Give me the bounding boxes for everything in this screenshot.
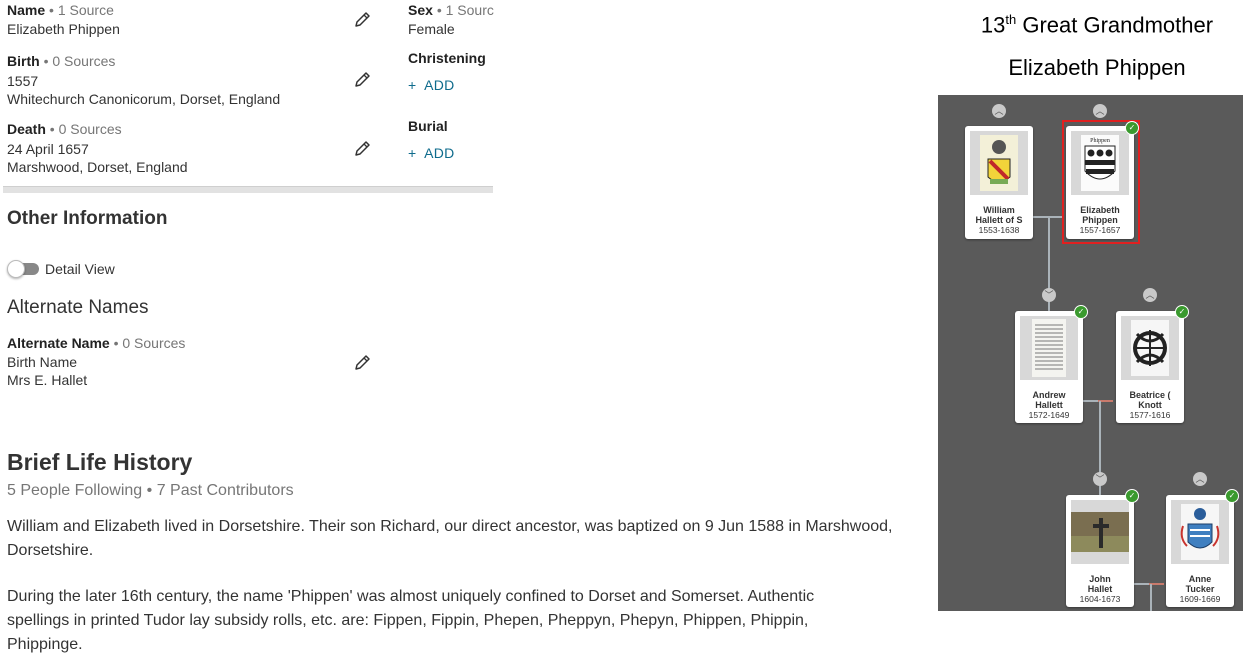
descent-line-3 <box>1150 584 1152 611</box>
person-name-line2: Hallett of S <box>975 215 1023 225</box>
person-name-line1: Elizabeth <box>1080 205 1120 215</box>
document-image <box>1020 316 1078 380</box>
gravestone-photo-image <box>1071 500 1129 564</box>
person-name-line1: Beatrice ( <box>1129 390 1171 400</box>
birth-heading: Birth • 0 Sources <box>7 53 115 69</box>
other-info-heading: Other Information <box>7 208 168 229</box>
person-dates: 1572-1649 <box>1028 410 1070 420</box>
person-name-line2: Phippen <box>1082 215 1118 225</box>
alternate-name-heading: Alternate Name • 0 Sources <box>7 335 185 351</box>
person-name-line2: Knott <box>1138 400 1162 410</box>
detail-view-label: Detail View <box>45 261 115 277</box>
christening-heading: Christening <box>408 50 486 66</box>
temple-status-badge-icon[interactable]: ✓ <box>1225 489 1239 503</box>
temple-status-badge-icon[interactable]: ✓ <box>1125 121 1139 135</box>
coat-of-arms-image <box>1171 500 1229 564</box>
relationship-title-num: 13 <box>980 12 1006 38</box>
temple-status-badge-icon[interactable]: ✓ <box>1175 305 1189 319</box>
life-history-paragraph-2: During the later 16th century, the name … <box>7 588 815 653</box>
death-place: Marshwood, Dorset, England <box>7 159 188 175</box>
person-dates: 1553-1638 <box>978 225 1020 235</box>
coat-of-arms-image <box>970 131 1028 195</box>
couple-line-3 <box>1134 583 1149 585</box>
alternate-name-sources-link[interactable]: • 0 Sources <box>114 335 186 351</box>
birth-sources-link[interactable]: • 0 Sources <box>44 53 116 69</box>
birth-place: Whitechurch Canonicorum, Dorset, England <box>7 91 281 107</box>
death-title: Death <box>7 121 46 137</box>
edit-alternate-name-pencil-icon[interactable] <box>352 353 372 373</box>
person-name-line1: Andrew <box>1032 390 1066 400</box>
sex-title: Sex <box>408 2 433 18</box>
sex-value: Female <box>408 21 455 37</box>
name-sources-link[interactable]: • 1 Source <box>49 2 114 18</box>
person-card-john[interactable]: John Hallet 1604-1673 <box>1066 495 1134 607</box>
edit-name-pencil-icon[interactable] <box>352 10 372 30</box>
name-heading: Name • 1 Source <box>7 2 114 18</box>
burial-heading: Burial <box>408 118 448 134</box>
death-heading: Death • 0 Sources <box>7 121 122 137</box>
christening-title: Christening <box>408 50 486 66</box>
alternate-name-type: Birth Name <box>7 354 78 370</box>
vitals-section: Name • 1 Source Elizabeth Phippen Birth … <box>7 2 497 184</box>
toggle-knob <box>7 260 25 278</box>
person-card-anne[interactable]: Anne Tucker 1609-1669 <box>1166 495 1234 607</box>
burial-title: Burial <box>408 118 448 134</box>
name-value: Elizabeth Phippen <box>7 21 120 37</box>
couple-line-2 <box>1083 400 1098 402</box>
person-card-william[interactable]: William Hallett of S 1553-1638 <box>965 126 1033 239</box>
alternate-name-title: Alternate Name <box>7 335 110 351</box>
expand-down-chevron-icon[interactable]: ﹀ <box>1042 288 1056 302</box>
christening-add-button[interactable]: + ADD <box>408 77 455 93</box>
relationship-title-rest: Great Grandmother <box>1016 12 1214 38</box>
death-sources-link[interactable]: • 0 Sources <box>50 121 122 137</box>
person-name-line1: William <box>983 205 1015 215</box>
person-card-andrew[interactable]: Andrew Hallett 1572-1649 <box>1015 311 1083 423</box>
person-name-line2: Hallet <box>1087 584 1113 594</box>
sex-heading: Sex • 1 Sourc <box>408 2 498 18</box>
sex-sources-link[interactable]: • 1 Sourc <box>437 2 494 18</box>
expand-up-chevron-icon[interactable]: ︿ <box>1143 288 1157 302</box>
name-title: Name <box>7 2 46 18</box>
edit-death-pencil-icon[interactable] <box>352 139 372 159</box>
person-name-line1: John <box>1089 574 1111 584</box>
life-history-paragraph-1: William and Elizabeth lived in Dorsetshi… <box>7 518 893 559</box>
expand-up-chevron-icon[interactable]: ︿ <box>1193 472 1207 486</box>
person-dates: 1557-1657 <box>1079 225 1121 235</box>
celtic-knot-image <box>1121 316 1179 380</box>
alternate-names-heading: Alternate Names <box>7 297 149 318</box>
burial-add-button[interactable]: + ADD <box>408 145 455 161</box>
person-dates: 1609-1669 <box>1179 594 1221 604</box>
person-name-line2: Tucker <box>1185 584 1215 594</box>
relationship-subtitle: Elizabeth Phippen <box>1008 55 1186 80</box>
person-card-elizabeth[interactable]: Phippen Elizabeth Phippen 1557-1657 <box>1066 126 1134 239</box>
detail-view-toggle[interactable]: Detail View <box>7 260 137 278</box>
coat-of-arms-image: Phippen <box>1071 131 1129 195</box>
person-dates: 1577-1616 <box>1129 410 1171 420</box>
expand-down-chevron-icon[interactable]: ﹀ <box>1093 472 1107 486</box>
life-history-heading: Brief Life History <box>7 449 193 475</box>
temple-status-badge-icon[interactable]: ✓ <box>1074 305 1088 319</box>
birth-date: 1557 <box>7 73 39 89</box>
family-tree-panel: ︿ ︿ ﹀ ︿ ﹀ ︿ William Hallett of S 1553-16… <box>938 95 1243 611</box>
death-date: 24 April 1657 <box>7 141 89 157</box>
life-history-meta[interactable]: 5 People Following • 7 Past Contributors <box>7 482 294 500</box>
birth-title: Birth <box>7 53 40 69</box>
svg-text:Phippen: Phippen <box>1090 138 1110 144</box>
expand-up-chevron-icon[interactable]: ︿ <box>1093 104 1107 118</box>
person-name-line2: Hallett <box>1035 400 1063 410</box>
expand-up-chevron-icon[interactable]: ︿ <box>992 104 1006 118</box>
person-card-beatrice[interactable]: Beatrice ( Knott 1577-1616 <box>1116 311 1184 423</box>
relationship-title: 13th Great Grandmother <box>947 12 1246 38</box>
person-name-line1: Anne <box>1188 574 1212 584</box>
temple-status-badge-icon[interactable]: ✓ <box>1125 489 1139 503</box>
edit-birth-pencil-icon[interactable] <box>352 70 372 90</box>
relationship-title-sup: th <box>1005 12 1017 27</box>
section-divider <box>3 186 493 193</box>
person-dates: 1604-1673 <box>1079 594 1121 604</box>
alternate-name-value: Mrs E. Hallet <box>7 372 88 388</box>
